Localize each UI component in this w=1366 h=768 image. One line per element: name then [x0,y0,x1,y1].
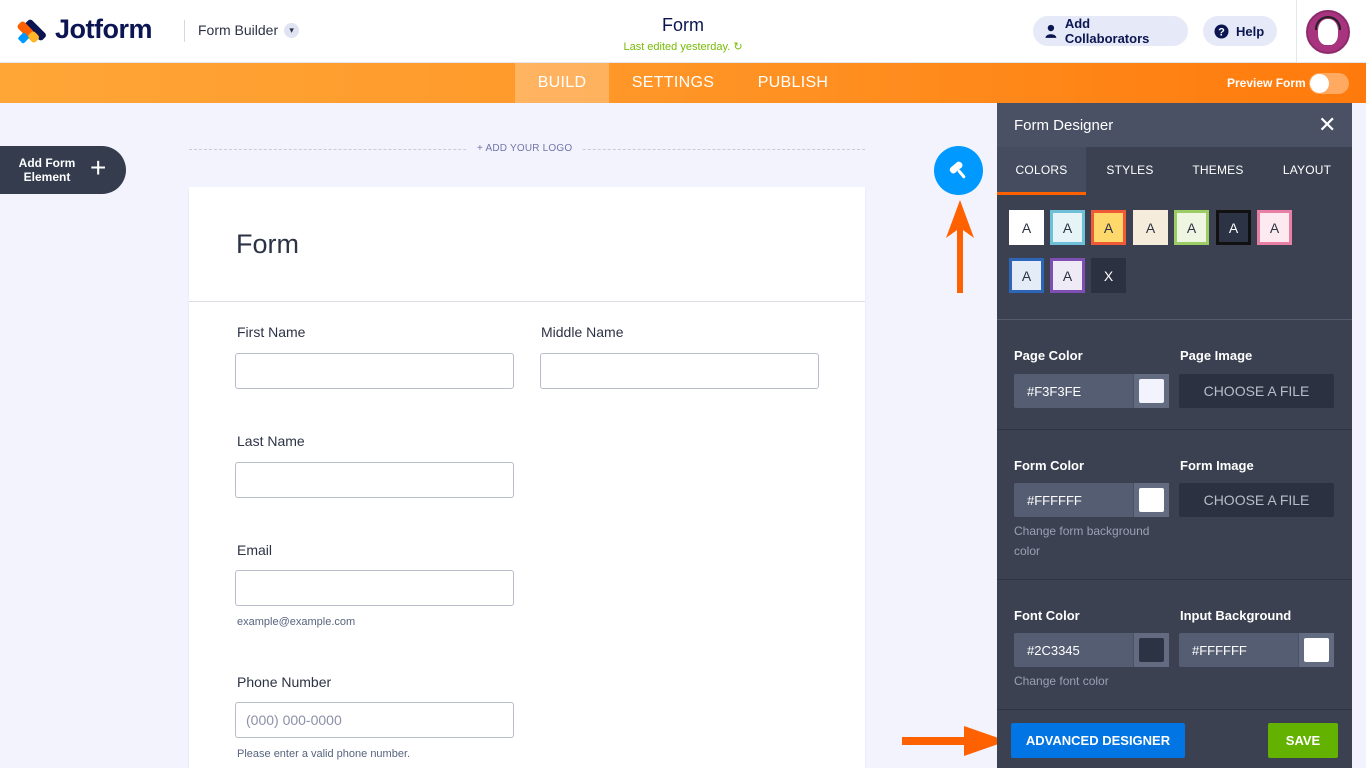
page-color-value: #F3F3FE [1027,384,1082,399]
phone-input[interactable]: (000) 000-0000 [235,702,514,738]
font-color-hint: Change font color [1014,674,1109,688]
form-builder-dropdown[interactable]: Form Builder ▾ [198,22,300,38]
user-icon [1045,24,1057,38]
page-color-field[interactable]: #F3F3FE [1014,374,1169,408]
designer-title: Form Designer [1014,117,1114,134]
font-color-label: Font Color [1014,608,1080,623]
color-scheme-swatch[interactable]: A [1050,258,1085,293]
form-color-section: Form Color #FFFFFF Change form backgroun… [997,430,1352,580]
form-color-chip[interactable] [1139,488,1164,512]
form-color-field[interactable]: #FFFFFF [1014,483,1169,517]
top-bar: Jotform Form Builder ▾ Form Last edited … [0,0,1366,63]
chevron-down-icon: ▾ [284,22,300,38]
first-name-input[interactable] [235,353,514,389]
font-color-section: Font Color #2C3345 Change font color Inp… [997,580,1352,710]
color-scheme-swatch[interactable]: A [1009,258,1044,293]
middle-name-input[interactable] [540,353,819,389]
last-name-label: Last Name [237,433,305,449]
reset-scheme-swatch[interactable]: X [1091,258,1126,293]
input-background-chip[interactable] [1304,638,1329,662]
color-scheme-swatch[interactable]: A [1091,210,1126,245]
first-name-label: First Name [237,324,306,340]
page-image-label: Page Image [1180,348,1253,363]
last-edited: Last edited yesterday. ↻ [623,41,743,53]
font-color-value: #2C3345 [1027,643,1080,658]
refresh-icon[interactable]: ↻ [733,41,742,53]
page-color-section: Page Color #F3F3FE Page Image CHOOSE A F… [997,320,1352,430]
tab-themes[interactable]: THEMES [1174,147,1262,195]
brand-name: Jotform [55,14,153,44]
form-image-label: Form Image [1180,458,1254,473]
arrow-right-annotation [902,726,1007,756]
tab-publish[interactable]: PUBLISH [745,63,841,103]
tab-build[interactable]: BUILD [515,63,609,103]
color-schemes: A A A A A A A A A X [997,195,1352,320]
close-icon[interactable]: ✕ [1318,112,1336,138]
add-form-element-button[interactable]: Add Form Element + [0,146,126,194]
panel-scrollbar[interactable] [1352,103,1366,768]
arrow-up-annotation [946,200,974,293]
form-designer-panel: Form Designer ✕ COLORS STYLES THEMES LAY… [997,103,1352,768]
input-background-value: #FFFFFF [1192,643,1247,658]
tab-settings[interactable]: SETTINGS [618,63,728,103]
add-form-element-label: Add Form Element [18,156,76,184]
color-scheme-swatch[interactable]: A [1133,210,1168,245]
form-card: Form First Name Middle Name Last Name Em… [189,187,865,768]
email-label: Email [237,542,273,558]
color-scheme-swatch[interactable]: A [1257,210,1292,245]
page-image-choose-file-button[interactable]: CHOOSE A FILE [1179,374,1334,408]
tab-colors[interactable]: COLORS [997,147,1086,195]
phone-hint: Please enter a valid phone number. [237,748,411,760]
form-color-value: #FFFFFF [1027,493,1082,508]
input-background-field[interactable]: #FFFFFF [1179,633,1334,667]
middle-name-label: Middle Name [541,324,624,340]
last-name-input[interactable] [235,462,514,498]
color-scheme-swatch[interactable]: A [1174,210,1209,245]
email-input[interactable] [235,570,514,606]
avatar-container [1296,0,1366,63]
form-designer-button[interactable] [934,146,983,195]
designer-tabs: COLORS STYLES THEMES LAYOUT [997,147,1352,195]
help-icon: ? [1214,24,1229,38]
form-color-label: Form Color [1014,458,1085,473]
help-button[interactable]: ? Help [1203,16,1277,46]
add-logo-button[interactable]: + ADD YOUR LOGO [467,143,583,154]
jotform-logo-icon [16,15,48,45]
preview-form-toggle[interactable] [1309,73,1349,94]
color-scheme-swatch[interactable]: A [1216,210,1251,245]
page-color-label: Page Color [1014,348,1083,363]
heading-divider [189,301,865,302]
form-heading[interactable]: Form [236,229,299,260]
form-builder-label: Form Builder [198,22,279,38]
builder-nav: BUILD SETTINGS PUBLISH Preview Form [0,63,1366,103]
font-color-chip[interactable] [1139,638,1164,662]
designer-header: Form Designer ✕ [997,103,1352,147]
preview-form-label: Preview Form [1227,76,1306,90]
form-title[interactable]: Form [583,15,783,36]
header-divider [184,20,185,42]
form-image-choose-file-button[interactable]: CHOOSE A FILE [1179,483,1334,517]
phone-label: Phone Number [237,674,332,690]
font-color-field[interactable]: #2C3345 [1014,633,1169,667]
add-collaborators-label: Add Collaborators [1064,16,1150,46]
page-color-chip[interactable] [1139,379,1164,403]
email-hint: example@example.com [237,616,356,628]
color-scheme-swatch[interactable]: A [1050,210,1085,245]
jotform-logo[interactable]: Jotform [16,14,153,45]
form-color-hint: Change form background color [1014,524,1150,558]
plus-icon: + [90,152,107,183]
help-label: Help [1236,23,1265,39]
form-title-block: Form Last edited yesterday. ↻ [583,15,783,53]
save-button[interactable]: SAVE [1268,723,1338,758]
tab-layout[interactable]: LAYOUT [1262,147,1352,195]
tab-styles[interactable]: STYLES [1086,147,1174,195]
paint-roller-icon [949,161,965,178]
input-background-label: Input Background [1180,608,1292,623]
add-collaborators-button[interactable]: Add Collaborators [1033,16,1188,46]
svg-text:?: ? [1218,26,1225,38]
avatar[interactable] [1306,10,1350,54]
color-scheme-swatch[interactable]: A [1009,210,1044,245]
advanced-designer-button[interactable]: ADVANCED DESIGNER [1011,723,1185,758]
